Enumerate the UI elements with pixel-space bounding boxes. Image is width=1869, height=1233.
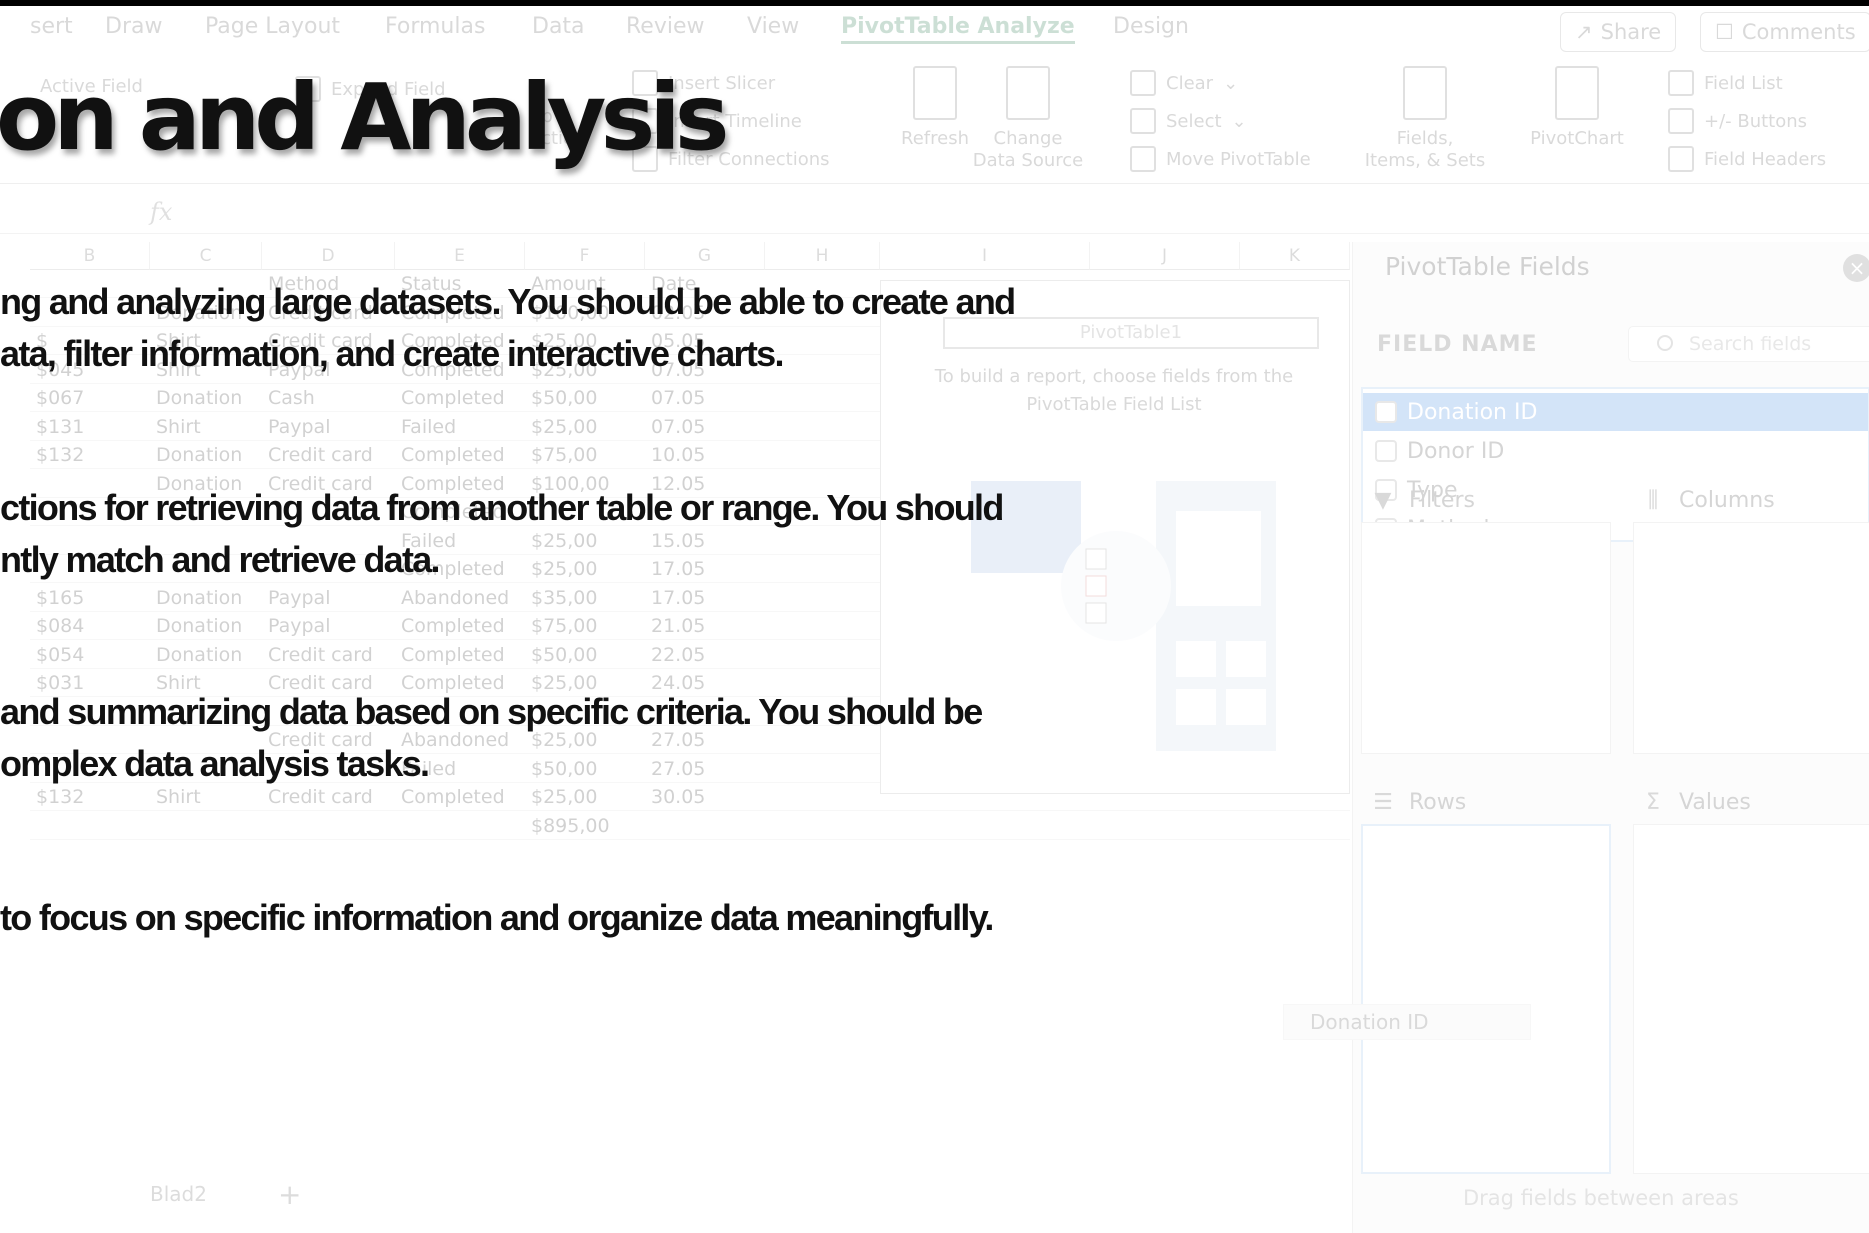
paragraph-2: ctions for retrieving data from another … [0, 482, 1004, 586]
paragraph-3: and summarizing data based on specific c… [0, 686, 983, 790]
paragraph-line: ng and analyzing large datasets. You sho… [0, 281, 1016, 322]
paragraph-1: ng and analyzing large datasets. You sho… [0, 276, 1016, 380]
paragraph-line: and summarizing data based on specific c… [0, 691, 983, 732]
slide-overlay: on and Analysis ng and analyzing large d… [0, 0, 1869, 1233]
paragraph-4: to focus on specific information and org… [0, 892, 994, 944]
paragraph-line: omplex data analysis tasks. [0, 743, 430, 784]
paragraph-line: to focus on specific information and org… [0, 897, 994, 938]
slide-title: on and Analysis [0, 64, 730, 171]
paragraph-line: ntly match and retrieve data. [0, 539, 441, 580]
paragraph-line: ctions for retrieving data from another … [0, 487, 1004, 528]
paragraph-line: ata, filter information, and create inte… [0, 333, 784, 374]
